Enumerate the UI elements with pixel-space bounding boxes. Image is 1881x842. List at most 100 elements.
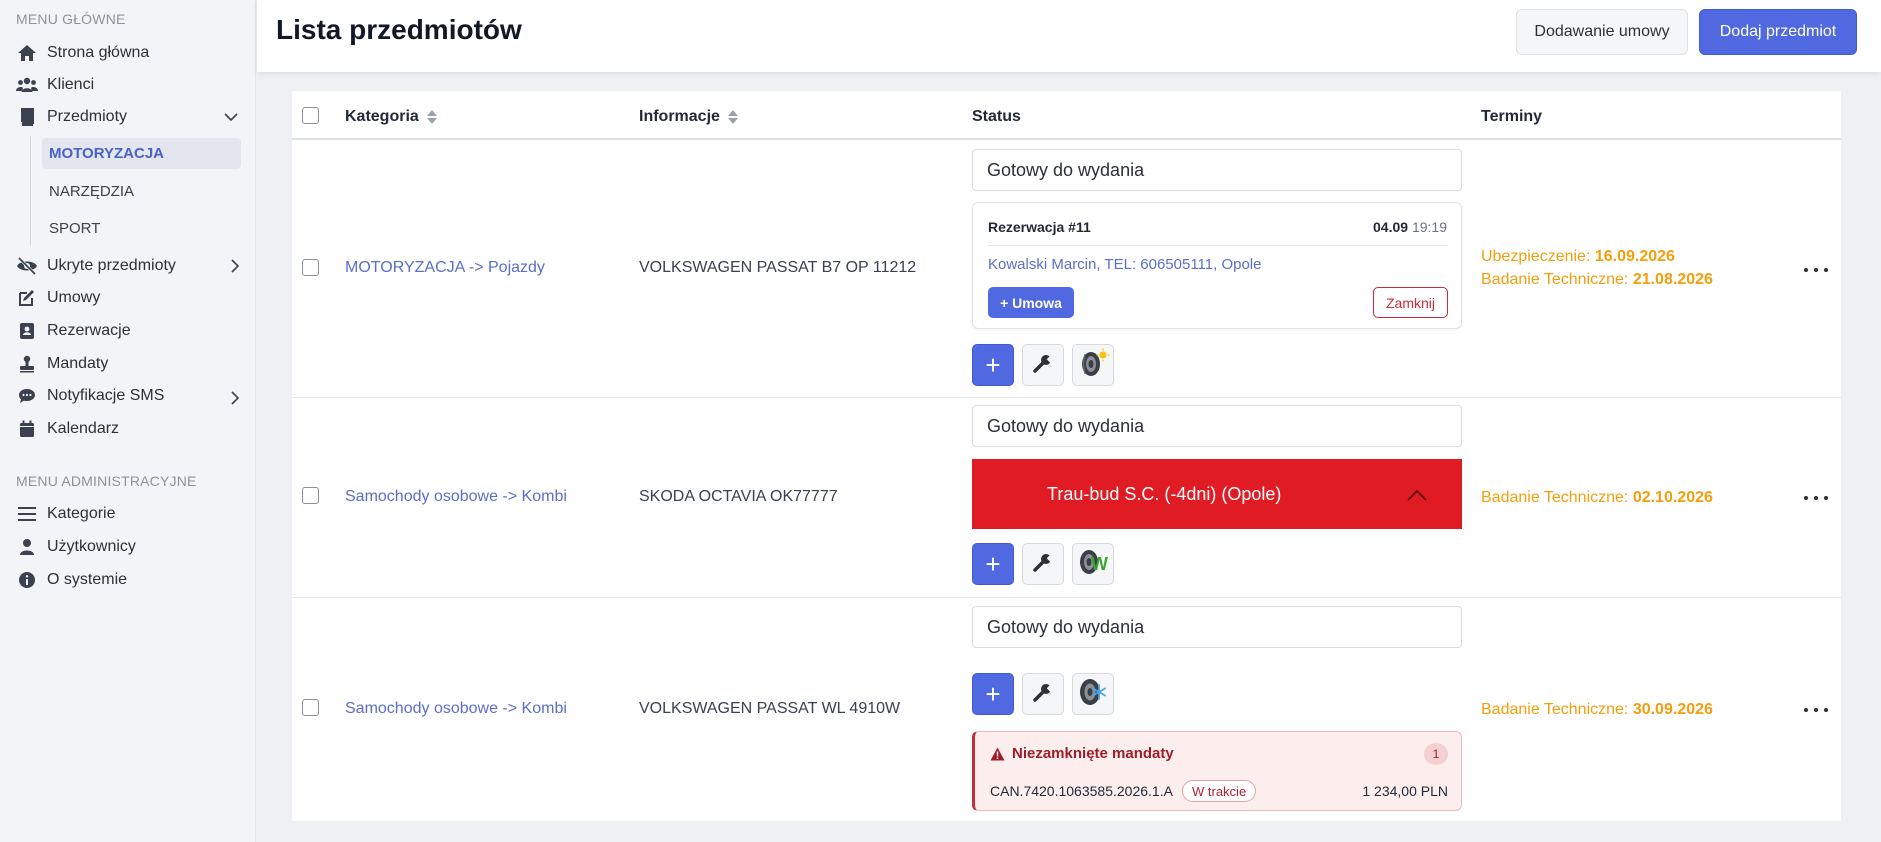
chevron-up-icon: [1407, 485, 1427, 506]
tire-season-button[interactable]: [1072, 673, 1114, 715]
sidebar-item-about[interactable]: O systemie: [16, 567, 246, 593]
sidebar-item-label: Użytkownicy: [47, 538, 136, 555]
wrench-icon: [1033, 353, 1055, 378]
home-icon: [16, 44, 38, 62]
sidebar-item-categories[interactable]: Kategorie: [16, 501, 246, 527]
column-header-info[interactable]: Informacje: [639, 108, 738, 126]
tire-w-icon: W: [1076, 547, 1110, 582]
service-button[interactable]: [1022, 344, 1064, 386]
sidebar-item-label: Klienci: [47, 76, 95, 93]
add-item-button[interactable]: Dodaj przedmiot: [1699, 9, 1857, 55]
users-icon: [16, 76, 38, 94]
sidebar-item-label: Umowy: [47, 289, 101, 306]
sidebar-subitem-narzedzia[interactable]: NARZĘDZIA: [42, 176, 241, 207]
row-actions-menu[interactable]: [1804, 705, 1828, 715]
calendar-icon: [16, 420, 38, 438]
eye-slash-icon: [16, 257, 38, 275]
status-select[interactable]: Gotowy do wydania: [972, 405, 1462, 447]
page-header: Lista przedmiotów Dodawanie umowy Dodaj …: [257, 0, 1881, 72]
row-divider: [292, 597, 1841, 598]
sidebar-item-home[interactable]: Strona główna: [16, 40, 246, 66]
sidebar-item-reservations[interactable]: Rezerwacje: [16, 318, 246, 344]
item-info: SKODA OCTAVIA OK77777: [639, 488, 838, 505]
fines-title: Niezamknięte mandaty: [990, 745, 1174, 762]
svg-text:W: W: [1091, 554, 1108, 574]
add-contract-from-reservation-button[interactable]: + Umowa: [988, 287, 1074, 318]
page-title: Lista przedmiotów: [276, 14, 522, 45]
column-header-category[interactable]: Kategoria: [345, 108, 437, 126]
terms-list: Badanie Techniczne: 02.10.2026: [1481, 486, 1713, 509]
admin-menu-heading: MENU ADMINISTRACYJNE: [16, 473, 197, 489]
term-inspection: Badanie Techniczne: 02.10.2026: [1481, 489, 1713, 506]
term-inspection: Badanie Techniczne: 30.09.2026: [1481, 701, 1713, 718]
item-info: VOLKSWAGEN PASSAT WL 4910W: [639, 700, 901, 717]
sidebar-item-label: Kalendarz: [47, 420, 120, 437]
plus-icon: +: [985, 548, 1001, 579]
column-header-terms: Terminy: [1481, 108, 1543, 125]
sidebar-item-contracts[interactable]: Umowy: [16, 285, 246, 311]
stamp-icon: [16, 355, 38, 373]
tire-snowflake-icon: [1076, 677, 1110, 712]
fine-status-badge: W trakcie: [1182, 780, 1257, 802]
tire-sun-icon: [1076, 348, 1110, 383]
close-reservation-button[interactable]: Zamknij: [1373, 287, 1448, 318]
row-divider: [292, 397, 1841, 398]
add-action-button[interactable]: +: [972, 344, 1014, 386]
reservation-datetime: 04.09 19:19: [1373, 219, 1447, 235]
add-action-button[interactable]: +: [972, 543, 1014, 585]
category-link[interactable]: MOTORYZACJA -> Pojazdy: [345, 259, 545, 277]
terms-list: Badanie Techniczne: 30.09.2026: [1481, 698, 1713, 721]
sort-icon: [727, 110, 738, 124]
sidebar-item-users[interactable]: Użytkownicy: [16, 534, 246, 560]
sidebar-item-hidden[interactable]: Ukryte przedmioty: [16, 253, 246, 279]
tire-season-button[interactable]: [1072, 344, 1114, 386]
sidebar-item-label: Strona główna: [47, 44, 150, 61]
term-insurance: Ubezpieczenie: 16.09.2026: [1481, 248, 1675, 265]
category-link[interactable]: Samochody osobowe -> Kombi: [345, 700, 567, 718]
sidebar-subitem-sport[interactable]: SPORT: [42, 213, 241, 244]
sidebar-subitem-motoryzacja[interactable]: MOTORYZACJA: [42, 138, 241, 169]
chevron-right-icon: [228, 391, 242, 405]
sms-icon: [16, 387, 38, 405]
category-link[interactable]: Samochody osobowe -> Kombi: [345, 488, 567, 506]
active-rental-banner[interactable]: Trau-bud S.C. (-4dni) (Opole): [972, 459, 1462, 529]
reservation-title: Rezerwacja #11: [988, 219, 1091, 235]
sidebar-item-clients[interactable]: Klienci: [16, 72, 246, 98]
sidebar-item-calendar[interactable]: Kalendarz: [16, 416, 246, 442]
service-button[interactable]: [1022, 543, 1064, 585]
sidebar-item-sms[interactable]: Notyfikacje SMS: [16, 383, 246, 409]
fine-amount: 1 234,00 PLN: [1362, 783, 1448, 799]
header-divider: [292, 138, 1841, 140]
reservation-client-link[interactable]: Kowalski Marcin, TEL: 606505111, Opole: [988, 256, 1262, 273]
sidebar: MENU GŁÓWNE Strona główna Klienci Przedm…: [0, 0, 256, 842]
wrench-icon: [1033, 552, 1055, 577]
sidebar-item-items[interactable]: Przedmioty: [16, 104, 246, 130]
plus-icon: +: [985, 678, 1001, 709]
select-all-checkbox[interactable]: [302, 107, 319, 124]
row-checkbox[interactable]: [302, 259, 319, 276]
sidebar-item-label: O systemie: [47, 571, 128, 588]
chevron-down-icon: [224, 110, 238, 124]
book-icon: [16, 108, 38, 126]
row-checkbox[interactable]: [302, 487, 319, 504]
column-header-status: Status: [972, 108, 1021, 125]
add-contract-button[interactable]: Dodawanie umowy: [1516, 9, 1688, 55]
terms-list: Ubezpieczenie: 16.09.2026 Badanie Techni…: [1481, 245, 1713, 291]
row-actions-menu[interactable]: [1804, 265, 1828, 275]
status-select[interactable]: Gotowy do wydania: [972, 149, 1462, 191]
row-actions-menu[interactable]: [1804, 493, 1828, 503]
tire-season-button[interactable]: W: [1072, 543, 1114, 585]
user-icon: [16, 538, 38, 556]
sidebar-item-label: Przedmioty: [47, 108, 128, 125]
status-select[interactable]: Gotowy do wydania: [972, 606, 1462, 648]
submenu-line: [30, 136, 31, 246]
chevron-right-icon: [228, 259, 242, 273]
add-action-button[interactable]: +: [972, 673, 1014, 715]
fine-case-number[interactable]: CAN.7420.1063585.2026.1.A: [990, 783, 1173, 799]
service-button[interactable]: [1022, 673, 1064, 715]
list-icon: [16, 505, 38, 523]
sidebar-item-label: Notyfikacje SMS: [47, 387, 165, 404]
sidebar-item-fines[interactable]: Mandaty: [16, 351, 246, 377]
row-checkbox[interactable]: [302, 699, 319, 716]
main-menu-heading: MENU GŁÓWNE: [16, 11, 126, 27]
